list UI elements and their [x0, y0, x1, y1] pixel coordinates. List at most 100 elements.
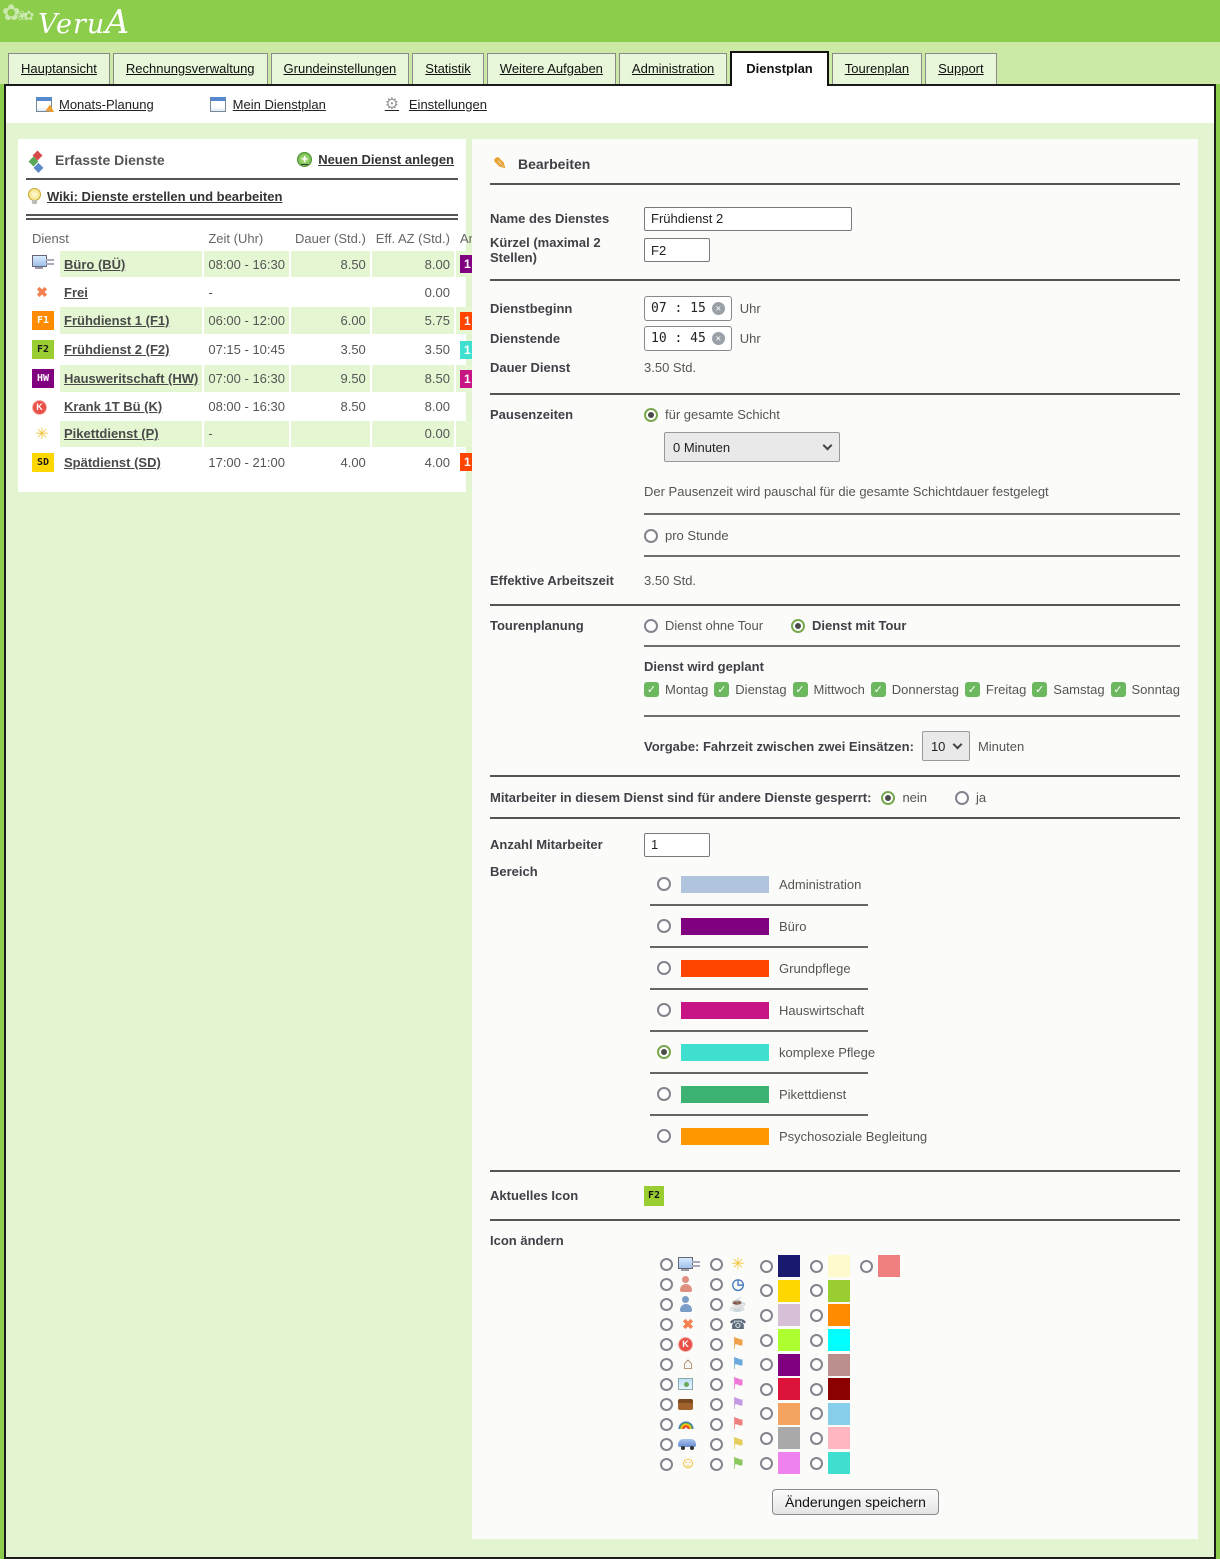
icon-radio[interactable] [710, 1418, 723, 1431]
bereich-option: Administration [657, 872, 1180, 896]
kuerzel-input[interactable] [644, 238, 710, 262]
tab-tourenplan[interactable]: Tourenplan [832, 53, 922, 84]
tab-dienstplan[interactable]: Dienstplan [730, 51, 828, 86]
bereich-grundpflege-radio[interactable] [657, 961, 671, 975]
icon-radio[interactable] [710, 1258, 723, 1271]
icon-radio[interactable] [710, 1358, 723, 1371]
service-link[interactable]: Büro (BÜ) [64, 257, 125, 272]
icon-radio[interactable] [710, 1318, 723, 1331]
color-radio[interactable] [860, 1260, 873, 1273]
service-link[interactable]: Frühdienst 2 (F2) [64, 342, 169, 357]
icon-radio[interactable] [660, 1458, 673, 1471]
gesperrt-nein-radio[interactable] [881, 791, 895, 805]
chevron-down-icon [952, 740, 962, 750]
color-radio[interactable] [760, 1309, 773, 1322]
mittwoch-checkbox[interactable] [793, 682, 808, 697]
ende-time-input[interactable]: 10 : 45 [644, 326, 732, 351]
icon-radio[interactable] [660, 1438, 673, 1451]
freitag-checkbox[interactable] [965, 682, 980, 697]
tab-grundeinstellungen[interactable]: Grundeinstellungen [271, 53, 410, 84]
color-radio[interactable] [810, 1260, 823, 1273]
icon-radio[interactable] [710, 1298, 723, 1311]
icon-radio[interactable] [710, 1458, 723, 1471]
icon-radio[interactable] [660, 1378, 673, 1391]
icon-radio[interactable] [660, 1318, 673, 1331]
subnav-monats-planung[interactable]: Monats-Planung [36, 97, 154, 112]
icon-radio[interactable] [660, 1298, 673, 1311]
color-radio[interactable] [810, 1432, 823, 1445]
icon-radio[interactable] [660, 1358, 673, 1371]
color-radio[interactable] [810, 1284, 823, 1297]
samstag-checkbox[interactable] [1032, 682, 1047, 697]
icon-radio[interactable] [660, 1418, 673, 1431]
color-swatch [778, 1354, 800, 1376]
pausen-minuten-select[interactable]: 0 Minuten [664, 432, 840, 462]
subnav-mein-dienstplan[interactable]: Mein Dienstplan [210, 97, 326, 112]
pausen-stunde-radio[interactable] [644, 529, 658, 543]
icon-radio[interactable] [660, 1278, 673, 1291]
tab-weitere-aufgaben[interactable]: Weitere Aufgaben [487, 53, 616, 84]
clear-time-icon[interactable] [712, 302, 725, 315]
icon-radio[interactable] [660, 1258, 673, 1271]
tab-hauptansicht[interactable]: Hauptansicht [8, 53, 110, 84]
beginn-time-input[interactable]: 07 : 15 [644, 296, 732, 321]
color-radio[interactable] [760, 1383, 773, 1396]
anzahl-input[interactable] [644, 833, 710, 857]
clear-time-icon[interactable] [712, 332, 725, 345]
icon-radio[interactable] [710, 1378, 723, 1391]
tab-rechnungsverwaltung[interactable]: Rechnungsverwaltung [113, 53, 268, 84]
fahrzeit-select[interactable]: 10 [922, 731, 970, 761]
icon-radio[interactable] [710, 1438, 723, 1451]
color-radio[interactable] [760, 1457, 773, 1470]
service-link[interactable]: Frühdienst 1 (F1) [64, 313, 169, 328]
color-radio[interactable] [810, 1457, 823, 1470]
car-icon [678, 1439, 696, 1450]
gesperrt-ja-radio[interactable] [955, 791, 969, 805]
divider [490, 1219, 1180, 1221]
new-service-link[interactable]: Neuen Dienst anlegen [297, 152, 454, 167]
tour-ohne-radio[interactable] [644, 619, 658, 633]
service-link[interactable]: Pikettdienst (P) [64, 426, 159, 441]
icon-radio[interactable] [710, 1398, 723, 1411]
donnerstag-checkbox[interactable] [871, 682, 886, 697]
color-radio[interactable] [810, 1358, 823, 1371]
icon-radio[interactable] [660, 1338, 673, 1351]
icon-radio[interactable] [660, 1398, 673, 1411]
service-link[interactable]: Krank 1T Bü (K) [64, 399, 162, 414]
color-radio[interactable] [760, 1334, 773, 1347]
tab-support[interactable]: Support [925, 53, 997, 84]
name-input[interactable] [644, 207, 852, 231]
bereich-administration-radio[interactable] [657, 877, 671, 891]
color-radio[interactable] [760, 1407, 773, 1420]
wiki-link[interactable]: Wiki: Dienste erstellen und bearbeiten [28, 188, 458, 204]
subnav-einstellungen[interactable]: Einstellungen [382, 95, 487, 113]
service-link[interactable]: Hausweritschaft (HW) [64, 371, 198, 386]
dienstag-checkbox[interactable] [714, 682, 729, 697]
tour-mit-radio[interactable] [791, 619, 805, 633]
bereich-psychosoziale-radio[interactable] [657, 1129, 671, 1143]
service-link[interactable]: Frei [64, 285, 88, 300]
lightbulb-icon [28, 188, 41, 201]
tab-administration[interactable]: Administration [619, 53, 727, 84]
service-link[interactable]: Spätdienst (SD) [64, 455, 161, 470]
color-radio[interactable] [810, 1407, 823, 1420]
tab-statistik[interactable]: Statistik [412, 53, 484, 84]
sonntag-checkbox[interactable] [1111, 682, 1126, 697]
bereich-komplexe-pflege-radio[interactable] [657, 1045, 671, 1059]
bereich-buero-radio[interactable] [657, 919, 671, 933]
icon-radio[interactable] [710, 1278, 723, 1291]
color-radio[interactable] [760, 1358, 773, 1371]
save-button[interactable]: Änderungen speichern [772, 1489, 939, 1515]
color-radio[interactable] [810, 1334, 823, 1347]
icon-radio[interactable] [710, 1338, 723, 1351]
color-radio[interactable] [810, 1383, 823, 1396]
bereich-hauswirtschaft-radio[interactable] [657, 1003, 671, 1017]
color-radio[interactable] [760, 1284, 773, 1297]
color-radio[interactable] [760, 1432, 773, 1445]
pausen-schicht-radio[interactable] [644, 408, 658, 422]
bereich-pikettdienst-radio[interactable] [657, 1087, 671, 1101]
table-row: HW Hausweritschaft (HW) 07:00 - 16:30 9.… [28, 365, 510, 392]
color-radio[interactable] [810, 1309, 823, 1322]
color-radio[interactable] [760, 1260, 773, 1273]
montag-checkbox[interactable] [644, 682, 659, 697]
